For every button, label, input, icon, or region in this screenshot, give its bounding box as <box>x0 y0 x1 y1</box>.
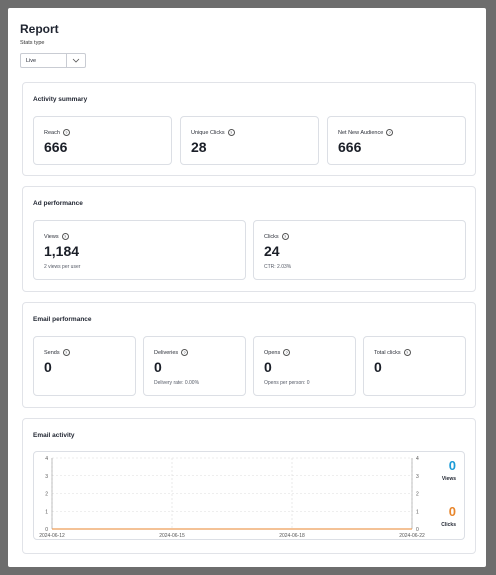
y-tick-label-left: 3 <box>45 474 48 480</box>
x-tick-label: 2024-06-22 <box>399 533 425 539</box>
total-clicks-card: Total clicks? 0 <box>363 336 466 396</box>
ad-performance-section: Ad performance Views? 1,184 2 views per … <box>22 186 476 292</box>
card-label: Reach <box>44 129 60 136</box>
info-icon[interactable]: ? <box>227 129 235 136</box>
card-subtext: Opens per person: 0 <box>264 380 310 386</box>
y-tick-label-right: 3 <box>416 474 419 480</box>
card-value: 24 <box>264 243 280 259</box>
chevron-down-icon[interactable] <box>66 54 85 67</box>
email-activity-section: Email activity 0 0 1 1 2 2 3 3 4 4 2024-06-12 2024-… <box>22 418 476 554</box>
y-tick-label-right: 2 <box>416 492 419 498</box>
net-new-audience-card: Net New Audience? 666 <box>327 116 466 165</box>
section-title: Email performance <box>33 316 92 323</box>
x-tick-label: 2024-06-18 <box>279 533 305 539</box>
y-tick-label-left: 4 <box>45 456 48 462</box>
views-card: Views? 1,184 2 views per user <box>33 220 246 280</box>
info-icon[interactable]: ? <box>281 233 289 240</box>
card-value: 0 <box>374 359 382 375</box>
info-icon[interactable]: ? <box>62 129 70 136</box>
views-label: Views <box>441 476 456 482</box>
card-label: Opens <box>264 349 281 356</box>
card-label: Total clicks <box>374 349 401 356</box>
stats-type-value: Live <box>26 57 37 64</box>
x-tick-label: 2024-06-15 <box>159 533 185 539</box>
info-icon[interactable]: ? <box>61 233 69 240</box>
clicks-card: Clicks? 24 CTR: 2.03% <box>253 220 466 280</box>
section-title: Email activity <box>33 432 75 439</box>
stats-type-select[interactable]: Live <box>20 53 86 68</box>
y-tick-label-left: 2 <box>45 492 48 498</box>
stats-type-label: Stats type <box>20 40 45 46</box>
card-label: Views <box>44 233 59 240</box>
report-page: Report Stats type Live Activity summary … <box>8 8 486 567</box>
clicks-label: Clicks <box>441 522 456 528</box>
card-label: Deliveries <box>154 349 179 356</box>
activity-summary-section: Activity summary Reach? 666 Unique Click… <box>22 82 476 176</box>
card-value: 666 <box>338 139 362 155</box>
deliveries-card: Deliveries? 0 Delivery rate: 0.00% <box>143 336 246 396</box>
y-tick-label-right: 4 <box>416 456 419 462</box>
chart-plot: 0 01 12 23 34 42024-06-12 2024-06-15 2024-06-18… <box>39 456 425 539</box>
card-subtext: CTR: 2.03% <box>264 264 292 270</box>
y-tick-label-right: 1 <box>416 509 419 515</box>
card-value: 0 <box>264 359 272 375</box>
x-tick-label: 2024-06-12 <box>39 533 65 539</box>
email-performance-section: Email performance Sends? 0 Deliveries? 0… <box>22 302 476 408</box>
card-label: Clicks <box>264 233 279 240</box>
info-icon[interactable]: ? <box>181 349 189 356</box>
card-value: 0 <box>44 359 52 375</box>
card-subtext: 2 views per user <box>44 264 81 270</box>
section-title: Ad performance <box>33 200 83 207</box>
email-activity-chart: 0 0 1 1 2 2 3 3 4 4 2024-06-12 2024-06-15 2024-06-18… <box>33 451 465 540</box>
reach-card: Reach? 666 <box>33 116 172 165</box>
views-total: 0 <box>448 458 456 473</box>
info-icon[interactable]: ? <box>283 349 291 356</box>
card-value: 666 <box>44 139 68 155</box>
y-tick-label-left: 1 <box>45 509 48 515</box>
card-label: Net New Audience <box>338 129 384 136</box>
info-icon[interactable]: ? <box>386 129 394 136</box>
card-value: 1,184 <box>44 243 80 259</box>
card-value: 28 <box>191 139 207 155</box>
clicks-total: 0 <box>448 504 456 519</box>
page-title: Report <box>20 22 59 36</box>
card-value: 0 <box>154 359 162 375</box>
card-label: Unique Clicks <box>191 129 225 136</box>
unique-clicks-card: Unique Clicks? 28 <box>180 116 319 165</box>
card-subtext: Delivery rate: 0.00% <box>154 380 200 386</box>
sends-card: Sends? 0 <box>33 336 136 396</box>
section-title: Activity summary <box>33 96 88 103</box>
info-icon[interactable]: ? <box>62 349 70 356</box>
info-icon[interactable]: ? <box>403 349 411 356</box>
opens-card: Opens? 0 Opens per person: 0 <box>253 336 356 396</box>
card-label: Sends <box>44 349 60 356</box>
